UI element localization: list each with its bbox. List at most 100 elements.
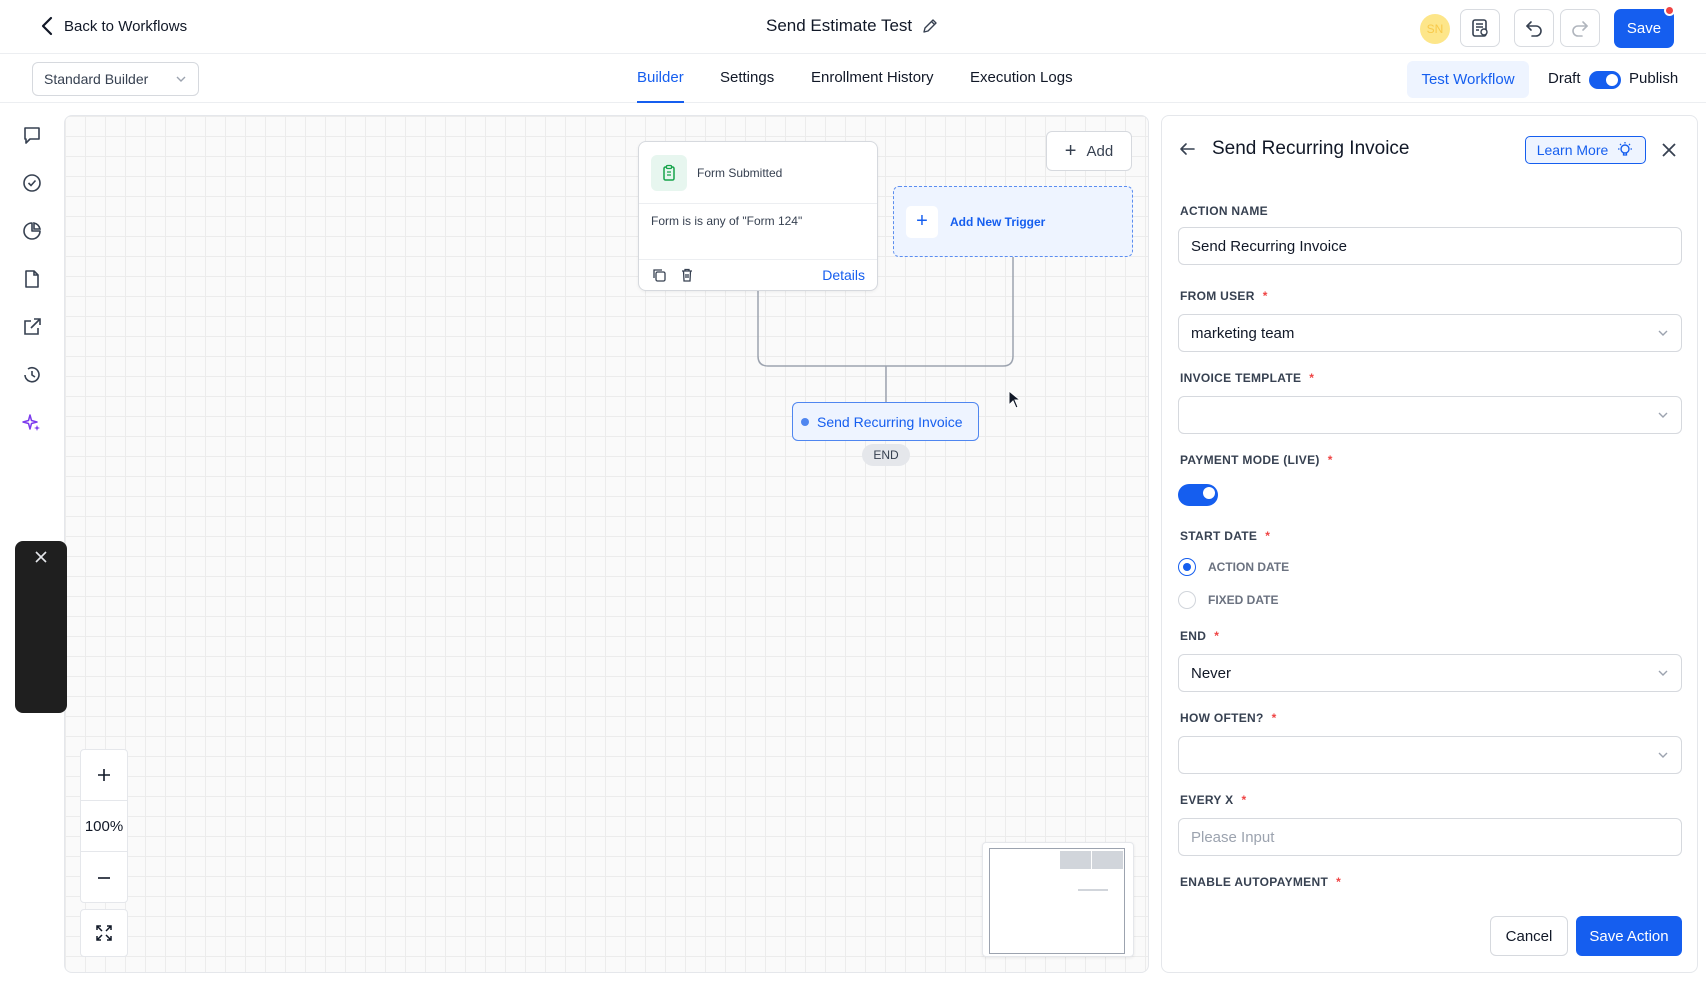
end-select[interactable]: Never (1178, 654, 1682, 692)
clipboard-icon (663, 164, 675, 181)
unsaved-indicator-dot (1664, 5, 1675, 16)
action-date-label: ACTION DATE (1208, 560, 1290, 574)
undo-button[interactable] (1514, 9, 1554, 47)
publish-label: Publish (1629, 70, 1679, 87)
floating-dark-panel (15, 541, 67, 713)
close-icon[interactable] (33, 549, 49, 565)
trigger-card-header: Form Submitted (639, 142, 877, 204)
nav-ai[interactable] (21, 412, 43, 434)
end-node: END (862, 444, 910, 466)
start-date-option-fixed-date[interactable]: FIXED DATE (1178, 591, 1278, 609)
undo-icon (1526, 21, 1542, 37)
add-button[interactable]: + Add (1046, 131, 1132, 171)
plus-icon: + (906, 205, 938, 238)
zoom-level: 100% (81, 801, 127, 852)
minimap-viewport (989, 848, 1125, 954)
trigger-condition: Form is is any of "Form 124" (639, 204, 877, 260)
builder-type-value: Standard Builder (44, 71, 149, 87)
chevron-down-icon (176, 76, 186, 82)
tab-settings[interactable]: Settings (720, 69, 774, 103)
from-user-select[interactable]: marketing team (1178, 314, 1682, 352)
canvas-minimap[interactable] (982, 842, 1134, 957)
nav-external[interactable] (21, 316, 43, 338)
add-new-trigger-label: Add New Trigger (950, 214, 1046, 229)
workflow-title: Send Estimate Test (766, 16, 938, 36)
payment-mode-toggle[interactable] (1178, 484, 1218, 506)
minimap-add-trigger-block (1092, 851, 1123, 869)
action-status-dot (801, 417, 809, 426)
nav-tasks[interactable] (21, 172, 43, 194)
sub-bar: Standard Builder Builder Settings Enroll… (0, 55, 1706, 103)
draft-label: Draft (1548, 70, 1581, 87)
action-name-value: Send Recurring Invoice (1191, 237, 1347, 255)
panel-header: Send Recurring Invoice (1178, 138, 1410, 160)
avatar[interactable]: SN (1420, 14, 1450, 44)
chevron-down-icon (1658, 752, 1668, 758)
tab-builder[interactable]: Builder (637, 69, 684, 103)
tab-execution-logs[interactable]: Execution Logs (970, 69, 1073, 103)
minus-icon (98, 876, 110, 879)
notes-icon (1472, 19, 1488, 37)
save-button[interactable]: Save (1614, 9, 1674, 48)
cancel-button[interactable]: Cancel (1490, 916, 1568, 956)
chevron-left-icon (41, 16, 53, 36)
add-new-trigger-button[interactable]: + Add New Trigger (893, 186, 1133, 257)
action-name-input[interactable]: Send Recurring Invoice (1178, 227, 1682, 265)
publish-toggle[interactable] (1589, 71, 1621, 89)
zoom-out-button[interactable] (81, 852, 127, 903)
check-circle-icon (23, 174, 41, 192)
action-settings-panel: Send Recurring Invoice Learn More ACTION… (1161, 115, 1698, 973)
pencil-icon[interactable] (922, 18, 938, 34)
tab-enrollment-history[interactable]: Enrollment History (811, 69, 934, 103)
minimap-action-line (1078, 889, 1108, 891)
learn-more-button[interactable]: Learn More (1525, 136, 1646, 164)
redo-button[interactable] (1560, 9, 1600, 47)
test-workflow-button[interactable]: Test Workflow (1407, 61, 1529, 98)
pie-chart-icon (23, 221, 42, 240)
invoice-template-label: INVOICE TEMPLATE * (1180, 371, 1315, 385)
trigger-card-form-submitted[interactable]: Form Submitted Form is is any of "Form 1… (638, 141, 878, 291)
trash-icon[interactable] (679, 267, 695, 283)
action-node-label: Send Recurring Invoice (817, 413, 963, 430)
add-label: Add (1086, 142, 1114, 160)
trigger-details-link[interactable]: Details (822, 267, 865, 283)
start-date-option-action-date[interactable]: ACTION DATE (1178, 558, 1289, 576)
history-icon (24, 366, 40, 383)
top-bar: Back to Workflows Send Estimate Test SN … (0, 0, 1706, 54)
lightbulb-icon (1618, 142, 1633, 156)
end-value: Never (1191, 664, 1232, 682)
arrow-left-icon[interactable] (1178, 140, 1196, 158)
plus-icon (98, 769, 110, 781)
zoom-controls: 100% (80, 749, 128, 903)
every-x-label: EVERY X * (1180, 793, 1247, 807)
chevron-down-icon (1658, 330, 1668, 336)
end-label: END * (1180, 629, 1220, 643)
message-icon (24, 127, 40, 144)
every-x-placeholder: Please Input (1191, 828, 1275, 846)
file-icon (25, 270, 39, 288)
nav-documents[interactable] (21, 268, 43, 290)
panel-close-button[interactable] (1660, 141, 1678, 159)
redo-icon (1572, 21, 1588, 37)
chevron-down-icon (1658, 412, 1668, 418)
copy-icon[interactable] (651, 267, 667, 283)
radio-unselected-icon (1178, 591, 1196, 609)
notes-button[interactable] (1460, 9, 1500, 47)
fit-to-screen-button[interactable] (80, 909, 128, 957)
nav-comments[interactable] (21, 124, 43, 146)
nav-analytics[interactable] (21, 220, 43, 242)
trigger-icon-badge (651, 154, 687, 191)
action-node-send-recurring-invoice[interactable]: Send Recurring Invoice (792, 402, 979, 441)
back-to-workflows-link[interactable]: Back to Workflows (40, 16, 187, 36)
zoom-in-button[interactable] (81, 750, 127, 801)
invoice-template-select[interactable] (1178, 396, 1682, 434)
mouse-cursor-icon (1008, 390, 1022, 409)
save-action-button[interactable]: Save Action (1576, 916, 1682, 956)
sparkle-icon (22, 414, 40, 431)
builder-type-select[interactable]: Standard Builder (32, 62, 199, 96)
close-icon (1662, 143, 1676, 157)
how-often-select[interactable] (1178, 736, 1682, 774)
nav-history[interactable] (21, 364, 43, 386)
every-x-input[interactable]: Please Input (1178, 818, 1682, 856)
trigger-title: Form Submitted (697, 165, 783, 180)
